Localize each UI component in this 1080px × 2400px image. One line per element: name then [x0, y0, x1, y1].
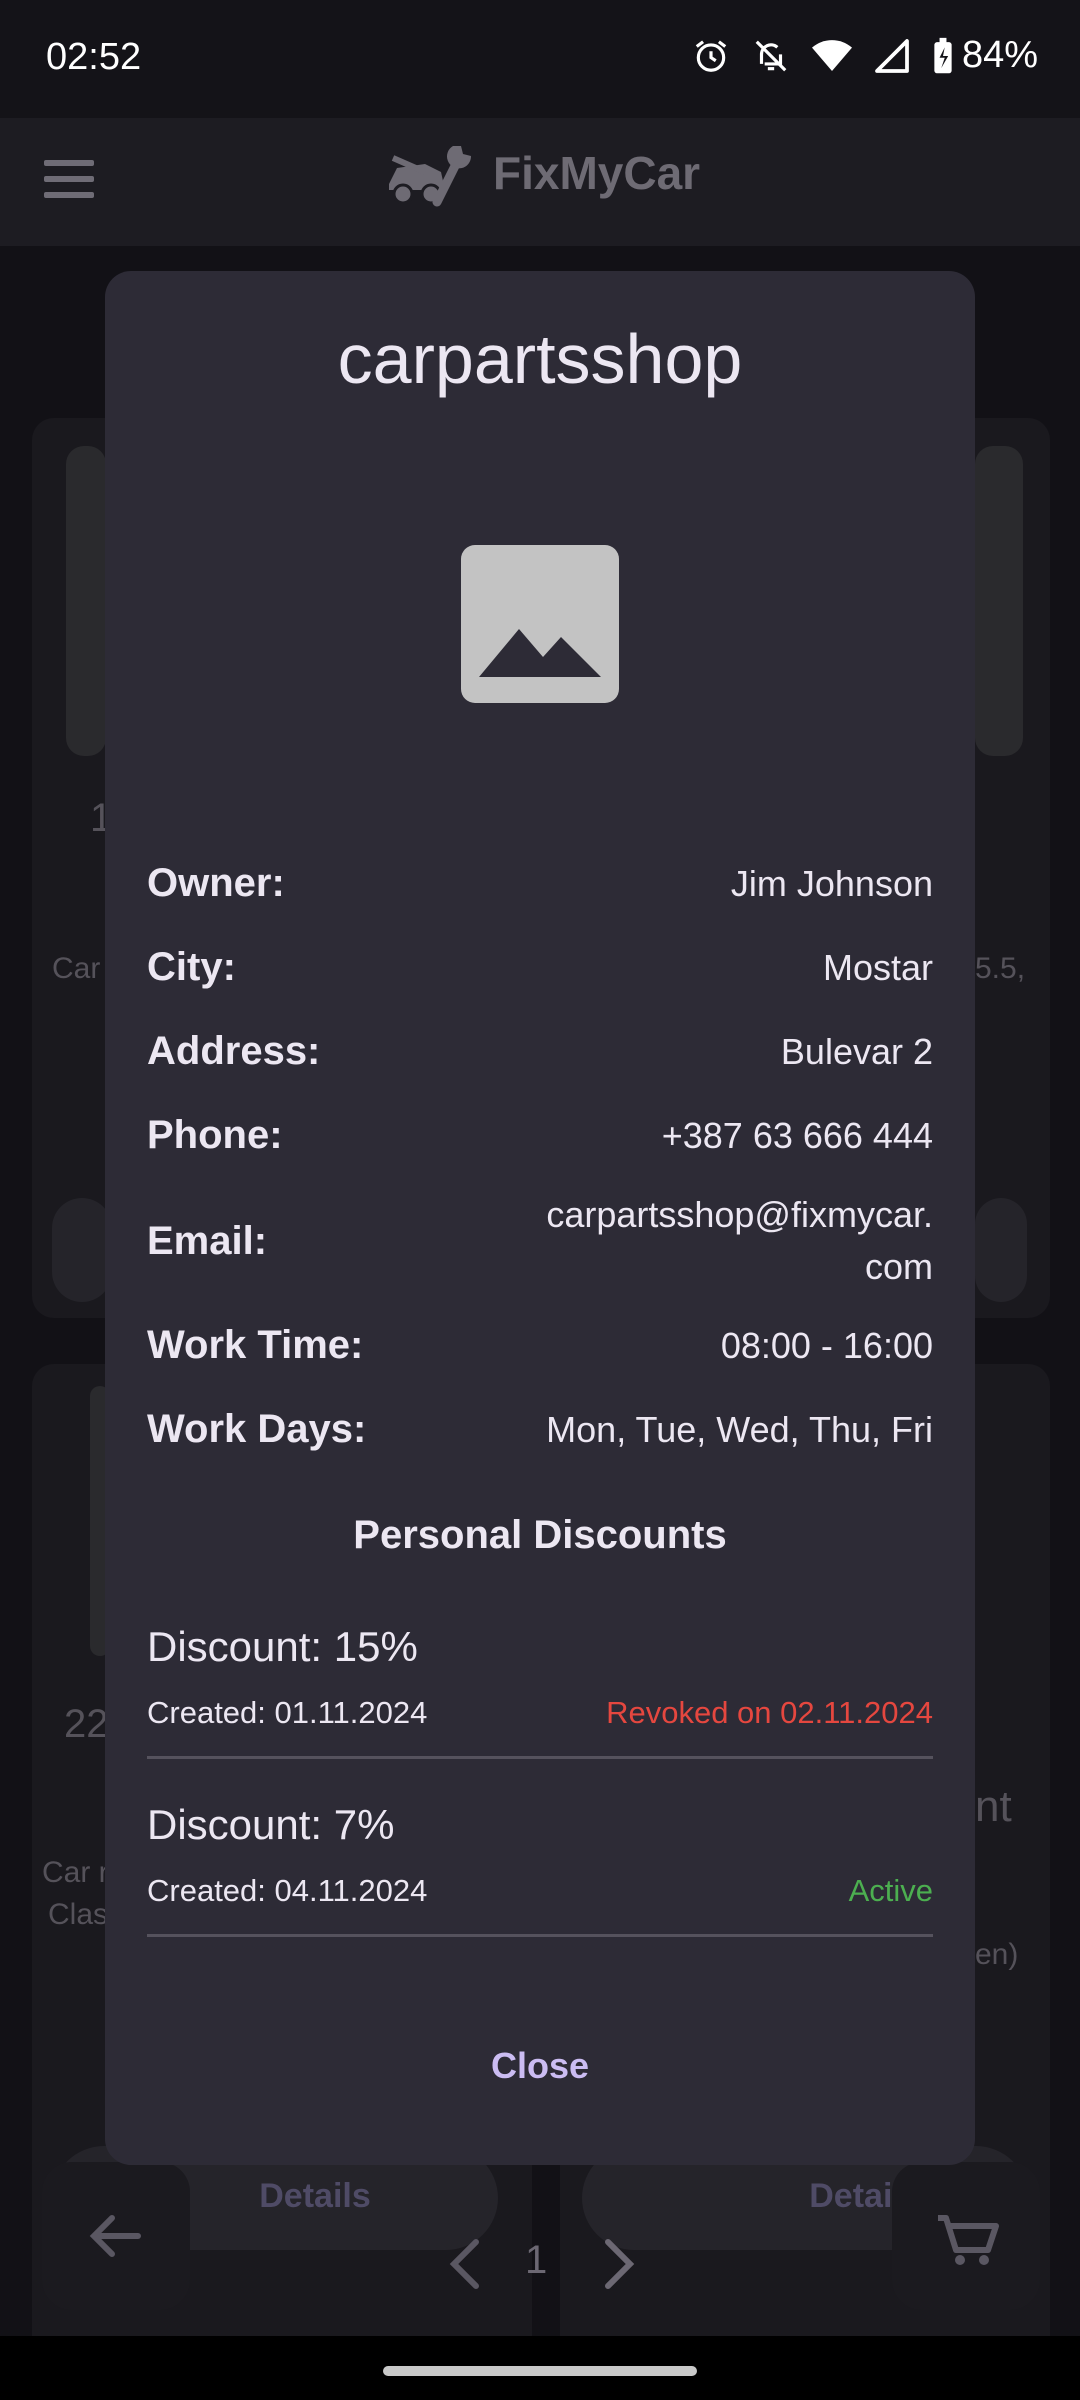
notifications-off-icon [755, 40, 787, 71]
product-description: Clas [48, 1898, 109, 1931]
shop-details-dialog: carpartsshop Owner: Jim Johnson City: Mo… [105, 271, 975, 2165]
menu-icon[interactable] [44, 154, 104, 210]
product-image [66, 446, 106, 756]
product-description: 5.5, [975, 952, 1026, 985]
signal-icon [875, 38, 909, 73]
phone-value: +387 63 666 444 [661, 1114, 933, 1156]
system-nav-bar [0, 2336, 1080, 2400]
discount-created-date: Created: 01.11.2024 [147, 1695, 428, 1730]
work-days-row: Work Days: Mon, Tue, Wed, Thu, Fri [147, 1407, 933, 1452]
email-row: Email: carpartsshop@fixmycar.com [147, 1189, 933, 1293]
product-name: nt [975, 1782, 1012, 1831]
gesture-handle[interactable] [383, 2366, 697, 2376]
work-time-row: Work Time: 08:00 - 16:00 [147, 1323, 933, 1368]
wifi-icon [811, 39, 852, 71]
pagination: 1 [0, 2230, 1080, 2310]
discount-item: Discount: 15% Created: 01.11.2024 Revoke… [147, 1623, 933, 1731]
alarm-icon [695, 39, 727, 72]
discount-amount: Discount: 7% [147, 1801, 395, 1848]
city-label: City: [147, 945, 236, 989]
personal-discounts-heading: Personal Discounts [353, 1513, 727, 1557]
app-title: FixMyCar [493, 147, 701, 199]
app-logo: FixMyCar [385, 138, 700, 208]
work-time-label: Work Time: [147, 1323, 364, 1367]
email-value: carpartsshop@fixmycar.com [546, 1194, 933, 1287]
owner-value: Jim Johnson [730, 862, 933, 904]
discount-amount: Discount: 15% [147, 1623, 418, 1670]
phone-row: Phone: +387 63 666 444 [147, 1113, 933, 1158]
city-row: City: Mostar [147, 945, 933, 990]
work-time-value: 08:00 - 16:00 [720, 1324, 933, 1366]
car-wrench-icon [389, 146, 472, 207]
image-placeholder-icon [461, 545, 619, 703]
phone-label: Phone: [147, 1113, 283, 1157]
status-icons: 84% [692, 34, 1038, 77]
product-image [975, 446, 1023, 756]
discount-item: Discount: 7% Created: 04.11.2024 Active [147, 1801, 933, 1909]
product-description: en) [975, 1938, 1019, 1971]
address-row: Address: Bulevar 2 [147, 1029, 933, 1074]
status-bar: 02:52 84% [0, 0, 1080, 118]
discount-created-date: Created: 04.11.2024 [147, 1873, 428, 1908]
details-button-label: Details [259, 2177, 371, 2215]
owner-label: Owner: [147, 861, 285, 905]
owner-row: Owner: Jim Johnson [147, 861, 933, 906]
app-bar: FixMyCar [0, 118, 1080, 246]
discount-status: Revoked on 02.11.2024 [606, 1695, 933, 1730]
work-days-label: Work Days: [147, 1407, 367, 1451]
discount-status: Active [848, 1873, 933, 1908]
work-days-value: Mon, Tue, Wed, Thu, Fri [546, 1408, 933, 1450]
product-description: Car r [42, 1856, 109, 1889]
add-to-cart-button [52, 1198, 112, 1302]
divider [147, 1756, 933, 1759]
product-price: 22 [64, 1702, 109, 1746]
status-time: 02:52 [46, 36, 142, 78]
page-number: 1 [525, 2238, 548, 2282]
dialog-title: carpartsshop [337, 320, 743, 398]
city-value: Mostar [822, 946, 933, 988]
chevron-right-icon[interactable] [592, 2234, 644, 2294]
address-value: Bulevar 2 [780, 1030, 933, 1072]
product-description: Car [52, 952, 101, 985]
address-label: Address: [147, 1029, 321, 1073]
battery-charging-icon [934, 37, 952, 73]
close-button[interactable]: Close [465, 2031, 615, 2101]
add-to-cart-button [975, 1198, 1027, 1302]
divider [147, 1934, 933, 1937]
battery-level: 84% [961, 34, 1038, 76]
chevron-left-icon[interactable] [440, 2234, 492, 2294]
email-label: Email: [147, 1218, 268, 1263]
